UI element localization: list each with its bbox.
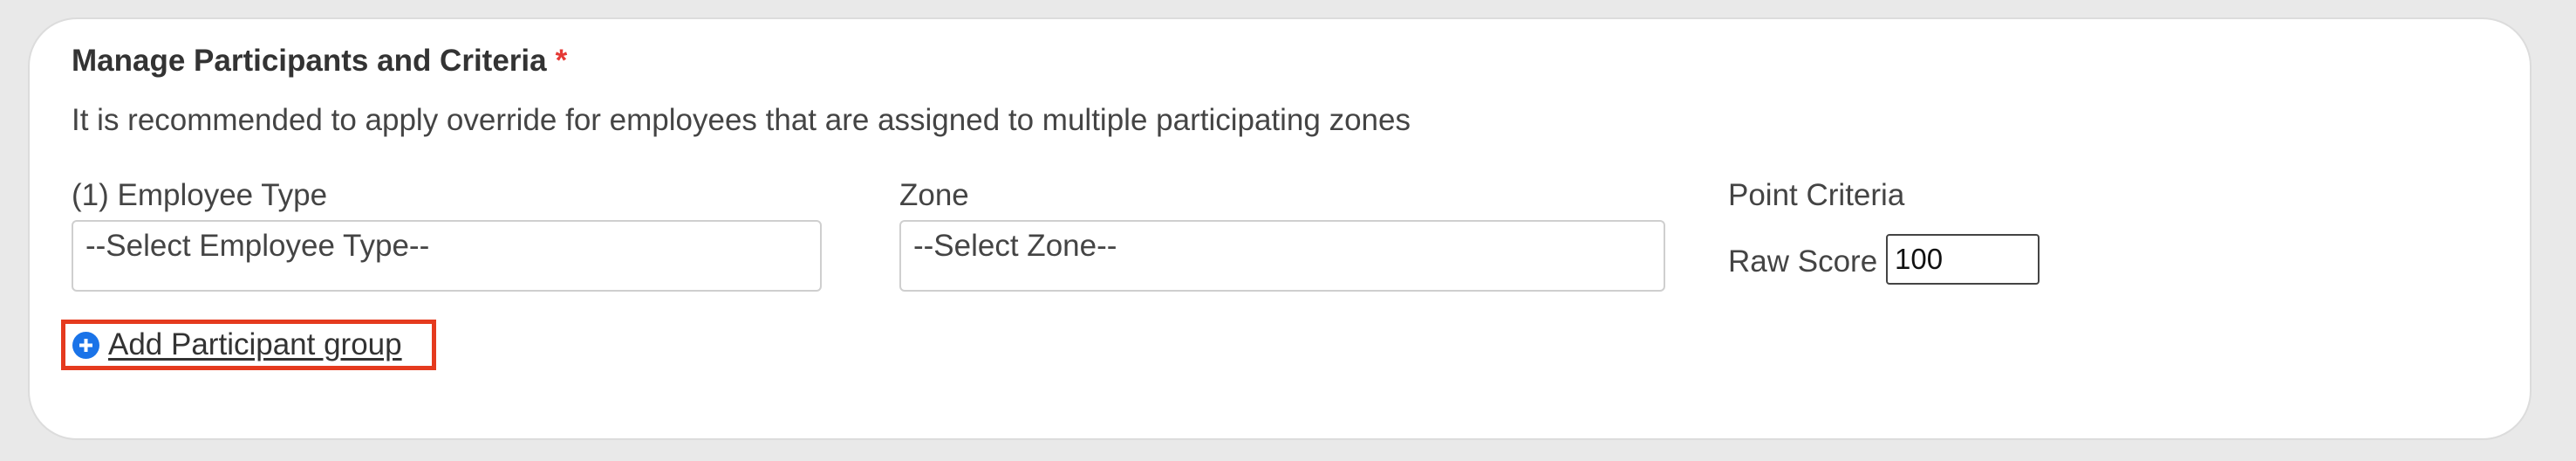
- raw-score-label: Raw Score: [1728, 244, 1878, 279]
- raw-score-input[interactable]: [1886, 234, 2040, 285]
- zone-label: Zone: [899, 178, 969, 212]
- employee-type-select[interactable]: --Select Employee Type--: [72, 220, 822, 292]
- zone-select[interactable]: --Select Zone--: [899, 220, 1665, 292]
- required-asterisk: *: [555, 44, 568, 78]
- section-description: It is recommended to apply override for …: [72, 103, 1411, 137]
- section-title: Manage Participants and Criteria *: [72, 44, 567, 79]
- plus-circle-icon: [72, 331, 99, 359]
- add-participant-group-button[interactable]: Add Participant group: [61, 320, 436, 370]
- employee-type-label: (1) Employee Type: [72, 178, 328, 212]
- add-participant-group-label: Add Participant group: [108, 327, 402, 361]
- point-criteria-label: Point Criteria: [1728, 178, 1905, 212]
- section-title-text: Manage Participants and Criteria: [72, 44, 547, 78]
